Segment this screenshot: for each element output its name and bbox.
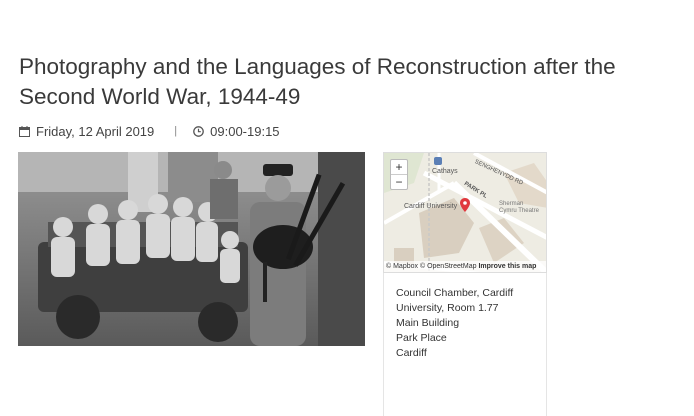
address-line-2: University, Room 1.77 [396, 302, 499, 314]
calendar-icon [19, 125, 30, 137]
map-label-sherman-line2: Cymru Theatre [499, 208, 539, 214]
map-label-sherman-line1: Sherman [499, 201, 524, 207]
address-line-1: Council Chamber, Cardiff [396, 287, 514, 299]
clock-icon [193, 125, 204, 137]
address-line-3: Main Building [396, 317, 460, 329]
event-meta: Friday, 12 April 2019 | 09:00-19:15 [19, 123, 280, 139]
event-photo [18, 152, 365, 346]
event-title-line-2: Second World War, 1944-49 [19, 84, 301, 109]
map-label-cardiff-university: Cardiff University [404, 203, 458, 210]
map-attribution: © Mapbox © OpenStreetMap Improve this ma… [384, 261, 546, 272]
meta-separator: | [174, 125, 178, 137]
address-line-4: Park Place [396, 332, 447, 344]
map-improve-link[interactable]: Improve this map [478, 263, 536, 270]
map-zoom-out-button[interactable]: − [391, 174, 407, 189]
venue-address: Council Chamber, Cardiff University, Roo… [383, 273, 547, 416]
map-attribution-osm[interactable]: © OpenStreetMap [420, 263, 477, 270]
event-title: Photography and the Languages of Reconst… [19, 52, 689, 112]
event-time: 09:00-19:15 [210, 123, 280, 139]
map-zoom-in-button[interactable]: + [391, 160, 407, 174]
map-label-sherman: Sherman Cymru Theatre [499, 201, 539, 215]
map-marker-icon[interactable] [460, 198, 470, 217]
address-line-5: Cardiff [396, 347, 427, 359]
map-zoom-controls: + − [390, 159, 408, 190]
location-map[interactable]: + − Cathays SENGHENYDD RD PARK PL Cardif… [383, 152, 547, 273]
map-label-cathays: Cathays [432, 168, 458, 175]
map-attribution-mapbox[interactable]: © Mapbox [386, 263, 418, 270]
map-cathays-station-icon [434, 157, 442, 165]
event-title-line-1: Photography and the Languages of Reconst… [19, 54, 616, 79]
event-date: Friday, 12 April 2019 [36, 123, 155, 139]
